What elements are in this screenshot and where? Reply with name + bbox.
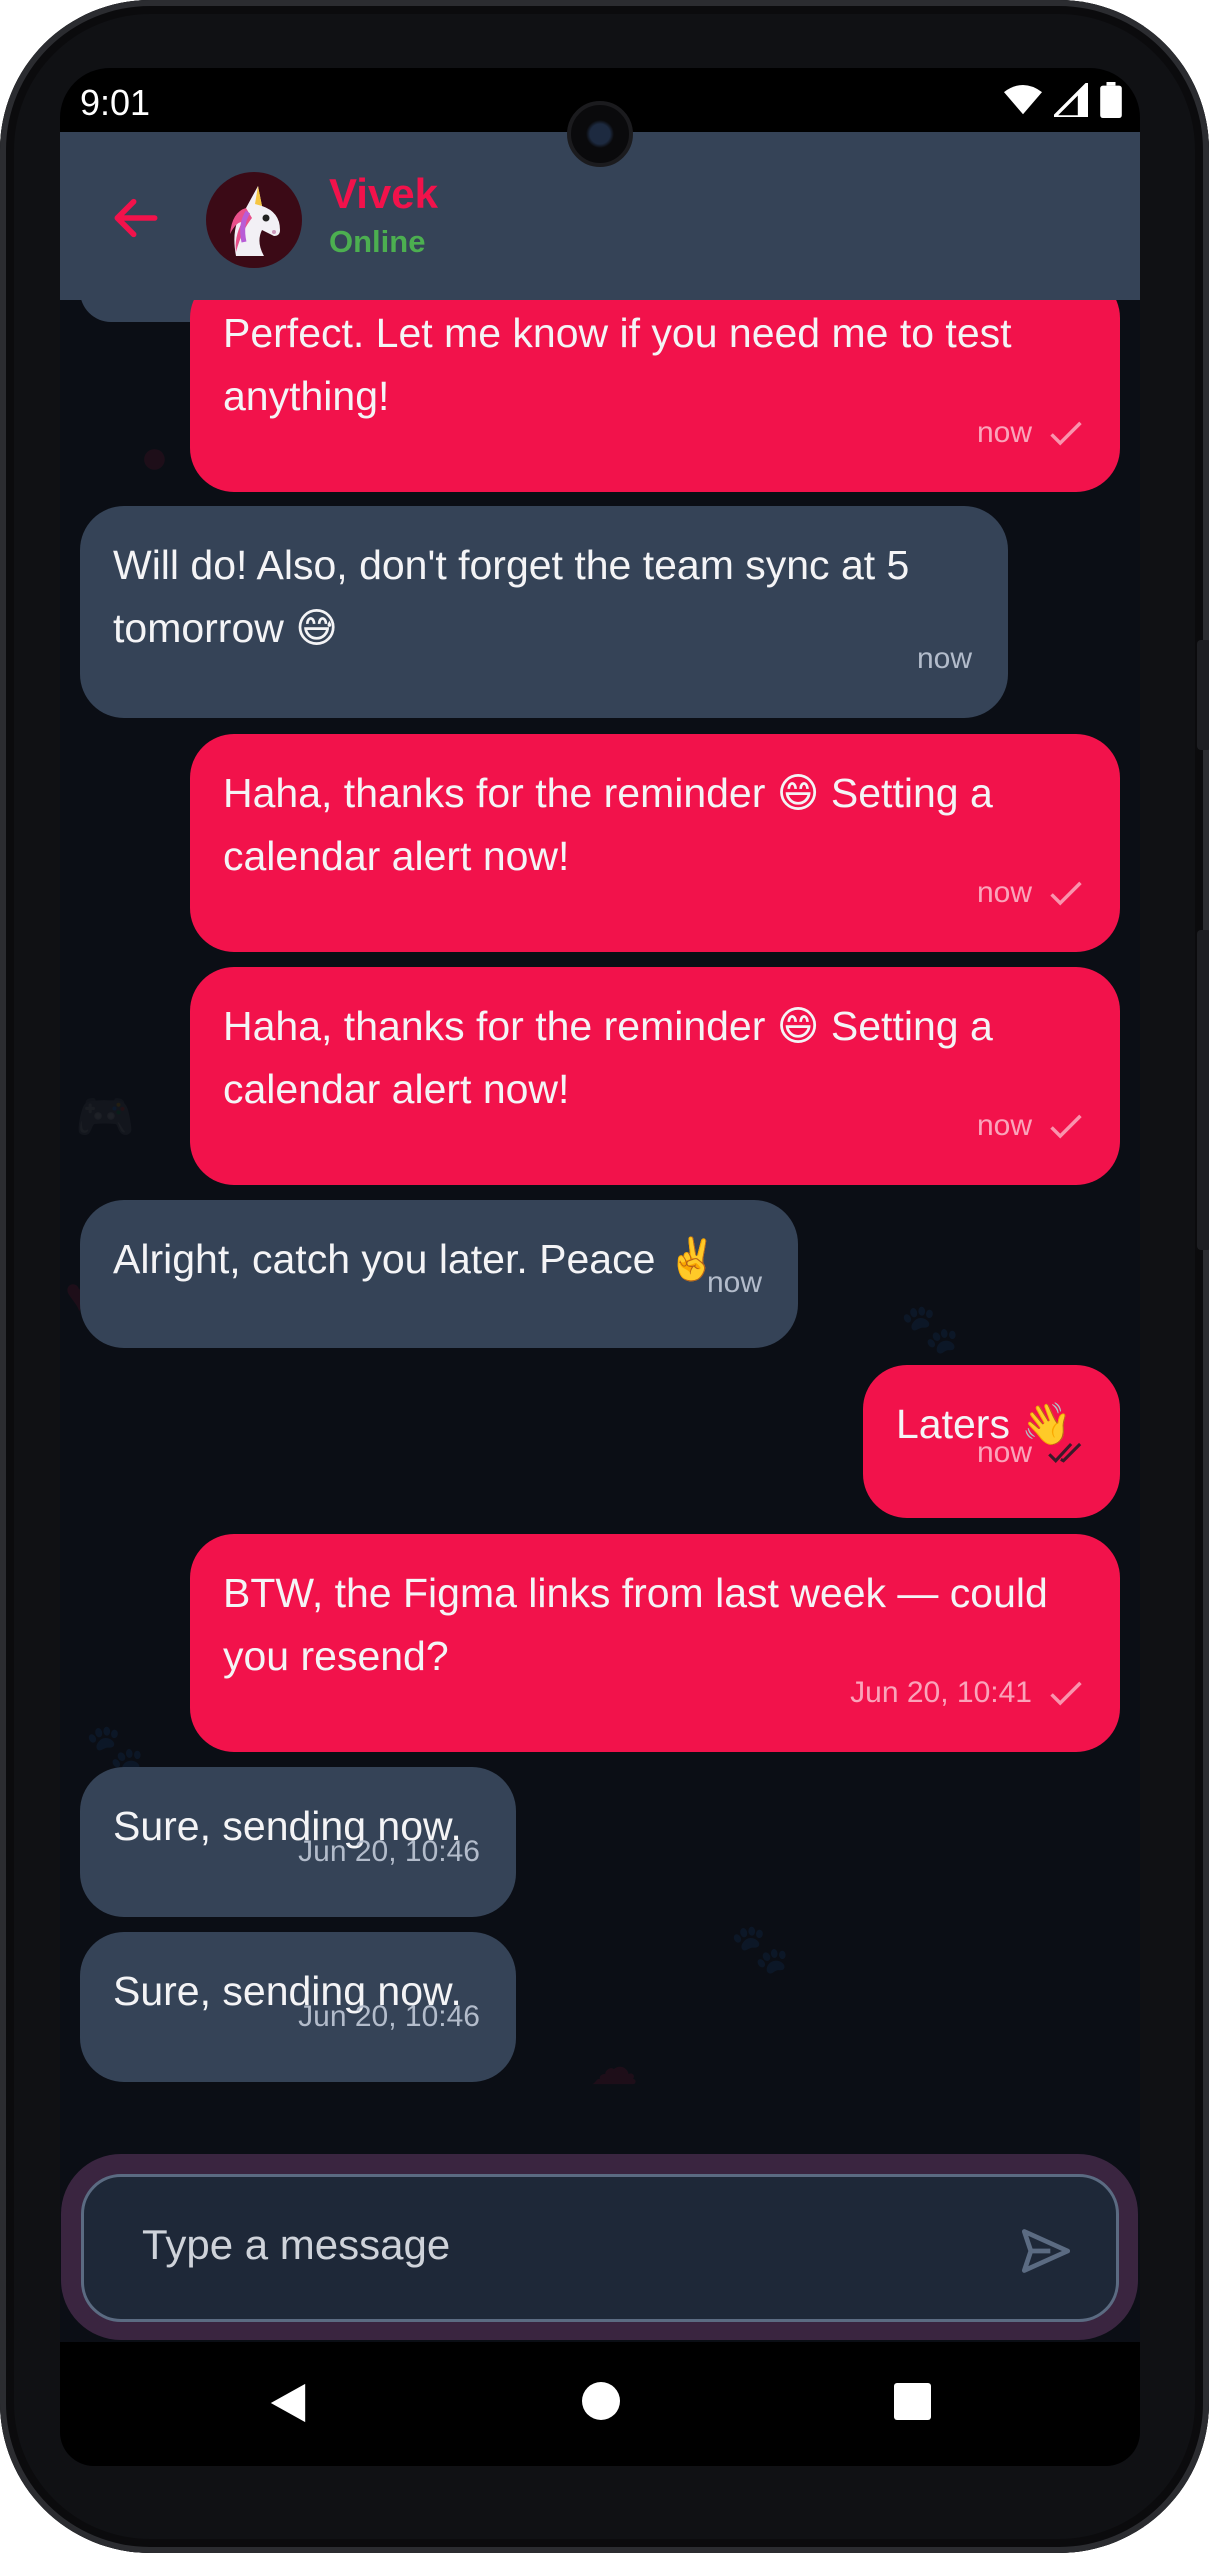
cloud-doodle-icon: ☁ [590,2042,638,2095]
contact-name[interactable]: Vivek [329,170,438,218]
message-time: now [976,876,1032,909]
sent-check-icon [1050,1681,1082,1706]
sent-check-icon [1050,881,1082,906]
message-time: now [976,1109,1032,1142]
message-bubble-incoming[interactable]: Sure, sending now. Jun 20, 10:46 [80,1932,516,2082]
message-bubble-incoming[interactable]: Alright, catch you later. Peace ✌️ now [80,1200,798,1348]
front-camera [567,101,633,167]
message-time: Jun 20, 10:46 [298,1835,480,1868]
read-double-check-icon [1048,1442,1082,1463]
message-bubble-outgoing[interactable]: BTW, the Figma links from last week — co… [190,1534,1120,1752]
phone-frame: 9:01 Vivek Online ● 🎮 🐾 🐾 🐾 ☁ Perfect. L… [0,0,1209,2553]
message-bubble-incoming[interactable]: Sure, sending now. Jun 20, 10:46 [80,1767,516,1917]
system-nav-bar [60,2342,1140,2466]
message-text: Alright, catch you later. Peace ✌️ [113,1236,718,1282]
nav-back-icon[interactable] [268,2382,308,2424]
message-time: Jun 20, 10:41 [850,1676,1032,1709]
contact-status: Online [329,224,426,259]
message-text: Haha, thanks for the reminder 😄 Setting … [223,1003,993,1112]
message-text: Will do! Also, don't forget the team syn… [113,542,910,651]
message-time: now [976,1436,1032,1469]
nav-recents-icon[interactable] [894,2383,931,2420]
screen: 9:01 Vivek Online ● 🎮 🐾 🐾 🐾 ☁ Perfect. L… [60,68,1140,2466]
message-time: now [976,416,1032,449]
message-bubble-outgoing[interactable]: Haha, thanks for the reminder 😄 Setting … [190,967,1120,1185]
message-bubble-incoming[interactable]: Will do! Also, don't forget the team syn… [80,506,1008,718]
heart-doodle-icon: ● [140,431,169,484]
power-button [1197,640,1209,750]
send-icon[interactable] [1020,2225,1072,2277]
gamepad-doodle-icon: 🎮 [75,1091,135,1144]
message-time: now [916,642,972,675]
message-text: Perfect. Let me know if you need me to t… [223,310,1012,419]
signal-icon [1054,83,1088,117]
message-input[interactable]: Type a message [81,2174,1119,2322]
message-bubble-outgoing[interactable]: Laters 👋 now [863,1365,1120,1518]
message-input-placeholder: Type a message [142,2221,451,2268]
message-bubble-outgoing[interactable]: Haha, thanks for the reminder 😄 Setting … [190,734,1120,952]
wifi-icon [1004,84,1042,115]
paw-doodle-icon: 🐾 [730,1923,790,1976]
sent-check-icon [1050,421,1082,446]
message-list[interactable]: ● 🎮 ♥ 🐾 🐾 🐾 ☁ Perfect. Let me know if yo… [60,300,1140,2180]
battery-icon [1100,82,1122,118]
volume-button [1197,930,1209,1250]
sent-check-icon [1050,1114,1082,1139]
message-time: now [706,1266,762,1299]
composer: Type a message [61,2154,1138,2340]
status-time: 9:01 [80,82,151,123]
avatar[interactable] [206,172,302,268]
paw-doodle-icon: 🐾 [900,1303,960,1356]
nav-home-icon[interactable] [582,2382,620,2420]
back-arrow-icon[interactable] [108,190,164,246]
message-time: Jun 20, 10:46 [298,2000,480,2033]
message-bubble-outgoing[interactable]: Perfect. Let me know if you need me to t… [190,300,1120,492]
message-text: Haha, thanks for the reminder 😄 Setting … [223,770,993,879]
unicorn-icon [230,186,280,256]
